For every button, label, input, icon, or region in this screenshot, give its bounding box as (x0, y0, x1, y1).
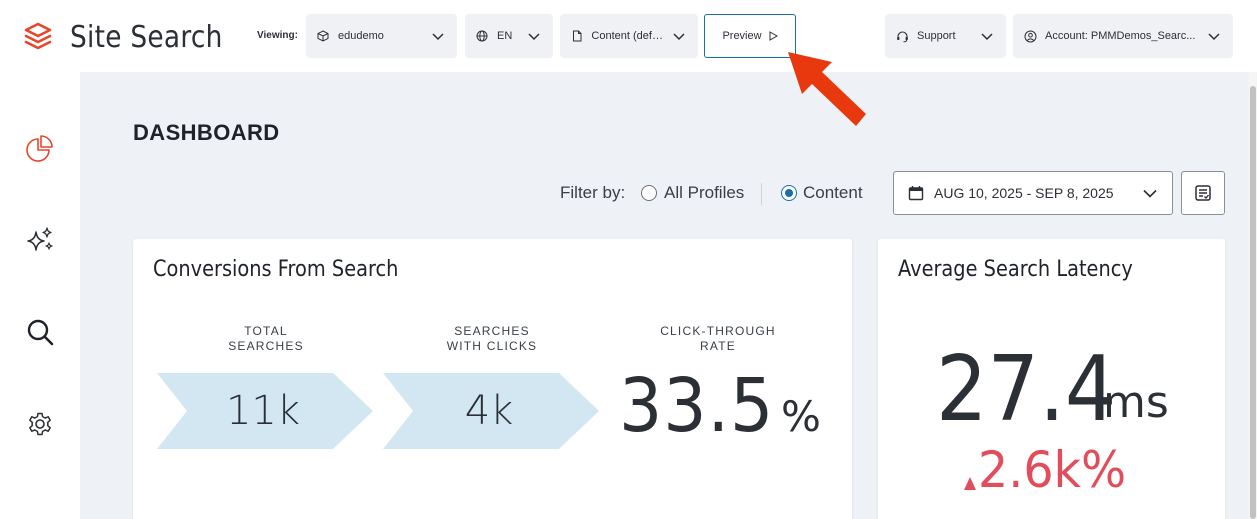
chevron-down-icon (1143, 189, 1157, 198)
chevron-down-icon (1208, 33, 1220, 41)
latency-change: 2.6k% (978, 441, 1127, 499)
filter-option-all-profiles[interactable]: All Profiles (664, 183, 744, 203)
user-circle-icon (1023, 29, 1037, 43)
document-icon (570, 29, 583, 43)
support-menu-label: Support (917, 30, 956, 42)
gear-icon (29, 412, 51, 436)
globe-icon (475, 29, 489, 43)
date-range-value: AUG 10, 2025 - SEP 8, 2025 (934, 185, 1114, 201)
calendar-icon (908, 186, 924, 201)
support-menu[interactable]: Support (885, 14, 1006, 58)
latency-card-title: Average Search Latency (898, 257, 1133, 282)
preview-button-label: Preview (722, 30, 762, 42)
headset-icon (895, 29, 909, 43)
filter-option-content[interactable]: Content (803, 183, 863, 203)
sidebar (0, 72, 80, 519)
filter-radio-all-profiles[interactable] (641, 185, 657, 201)
click-through-rate-unit: % (781, 392, 821, 441)
vertical-scrollbar[interactable] (1249, 72, 1257, 519)
language-select-value: EN (497, 30, 513, 42)
searches-with-clicks-label-line2: WITH CLICKS (446, 339, 538, 353)
latency-value: 27.4 (936, 337, 1117, 442)
annotation-arrow-icon (788, 52, 866, 126)
latency-unit: ms (1103, 377, 1169, 428)
total-searches-label: TOTAL SEARCHES (196, 324, 336, 354)
report-button[interactable] (1181, 171, 1225, 215)
top-header: Site Search Viewing: edudemo EN Content … (0, 0, 1257, 72)
scrollbar-thumb[interactable] (1250, 86, 1256, 519)
search-icon (27, 319, 54, 346)
content-select-value: Content (defa... (591, 30, 664, 42)
sidebar-item-settings[interactable] (24, 408, 56, 440)
sidebar-item-search[interactable] (24, 316, 56, 348)
click-through-rate-label-line2: RATE (700, 339, 736, 353)
chevron-down-icon (432, 33, 444, 41)
chevron-down-icon (981, 33, 993, 41)
cube-icon (316, 29, 330, 43)
content-select[interactable]: Content (defa... (560, 14, 698, 58)
page-title: DASHBOARD (133, 120, 280, 145)
searches-with-clicks-label: SEARCHES WITH CLICKS (422, 324, 562, 354)
play-icon (769, 31, 778, 41)
account-menu-label: Account: PMMDemos_Searc... (1045, 30, 1196, 42)
account-menu[interactable]: Account: PMMDemos_Searc... (1013, 14, 1233, 58)
chevron-down-icon (528, 33, 540, 41)
latency-card: Average Search Latency 27.4 ms 2.6k% (878, 239, 1225, 519)
pie-chart-icon (26, 135, 53, 162)
total-searches-label-line1: TOTAL (244, 324, 288, 338)
click-through-rate-label-line1: CLICK-THROUGH (660, 324, 776, 338)
report-icon (1195, 185, 1211, 201)
site-select-value: edudemo (338, 30, 384, 42)
site-select[interactable]: edudemo (306, 14, 457, 58)
searches-with-clicks-value: 4k (464, 388, 514, 434)
searches-with-clicks-label-line1: SEARCHES (454, 324, 530, 338)
filter-divider (761, 183, 762, 205)
filter-label: Filter by: (560, 183, 626, 202)
sidebar-item-dashboard[interactable] (24, 132, 56, 164)
sidebar-item-ai[interactable] (24, 224, 56, 256)
filter-radio-content[interactable] (781, 185, 797, 201)
conversions-card: Conversions From Search TOTAL SEARCHES 1… (133, 239, 852, 519)
viewing-label: Viewing: (257, 30, 298, 41)
chevron-down-icon (673, 33, 685, 41)
total-searches-value: 11k (225, 388, 301, 434)
site-search-logo-icon (24, 22, 52, 50)
language-select[interactable]: EN (465, 14, 553, 58)
conversions-card-title: Conversions From Search (153, 257, 399, 282)
sparkles-icon (27, 227, 53, 251)
trend-up-icon (964, 477, 976, 490)
app-title: Site Search (70, 20, 223, 55)
date-range-select[interactable]: AUG 10, 2025 - SEP 8, 2025 (893, 171, 1173, 215)
click-through-rate-value: 33.5 (619, 363, 775, 449)
click-through-rate-label: CLICK-THROUGH RATE (648, 324, 788, 354)
total-searches-label-line2: SEARCHES (228, 339, 304, 353)
